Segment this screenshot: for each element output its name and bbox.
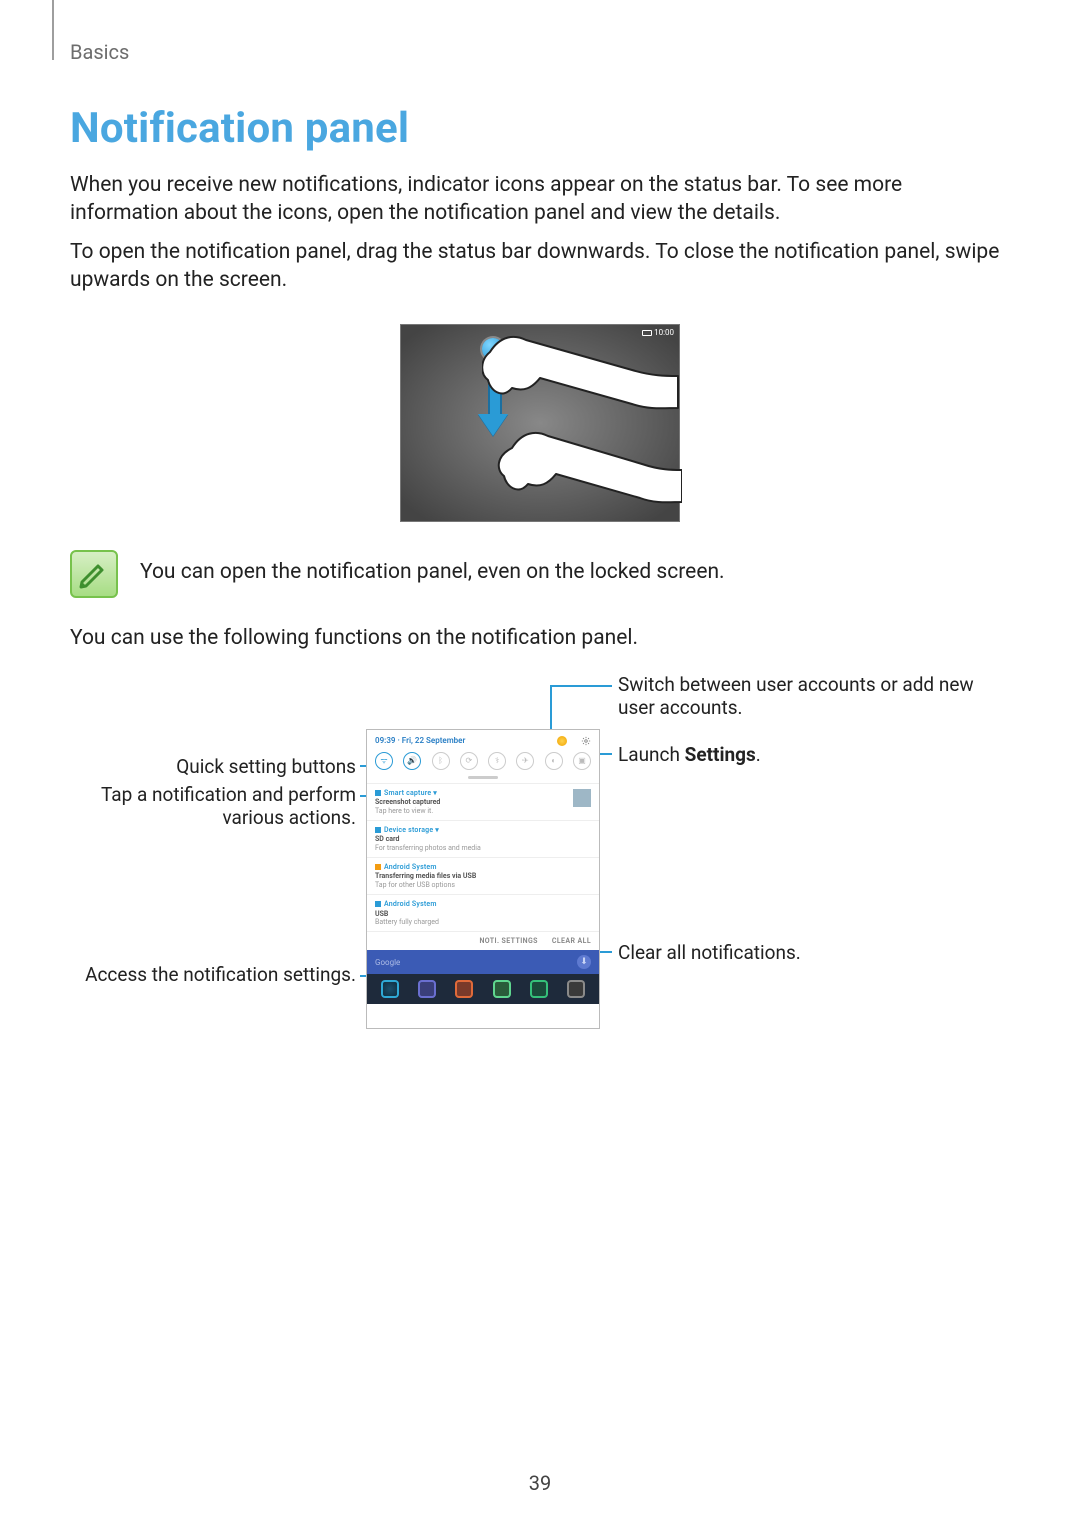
intro-paragraph-2: To open the notification panel, drag the… [70, 238, 1010, 295]
note-text: You can open the notification panel, eve… [140, 558, 725, 586]
camera-icon [418, 980, 436, 998]
user-avatar-icon [557, 736, 567, 746]
callout-tap-notification: Tap a notification and perform various a… [70, 783, 356, 831]
callout-clear-all: Clear all notifications. [618, 941, 998, 965]
figure-status-bar: 10:00 [642, 328, 674, 337]
note-block: You can open the notification panel, eve… [70, 550, 1010, 598]
apps-grid-icon [567, 980, 585, 998]
section-label: Basics [70, 40, 1010, 64]
list-item: Smart capture ▾ Screenshot captured Tap … [367, 783, 599, 820]
callout-launch-settings: Launch Settings. [618, 743, 998, 767]
home-dock [367, 974, 599, 1004]
annotated-figure: Quick setting buttons Tap a notification… [70, 673, 1010, 1053]
intro-paragraph-1: When you receive new notifications, indi… [70, 171, 1010, 228]
airplane-icon: ✈ [516, 752, 534, 770]
rotate-icon: ⟳ [460, 752, 478, 770]
figure-swipe-down: 10:00 [70, 324, 1010, 522]
sound-icon: 🔊 [403, 752, 421, 770]
app-icon [530, 980, 548, 998]
search-placeholder: Google [375, 958, 400, 967]
download-icon: ⬇ [577, 955, 591, 969]
play-store-icon [493, 980, 511, 998]
bluetooth-icon: ᛒ [432, 752, 450, 770]
app-icon [455, 980, 473, 998]
app-icon [381, 980, 399, 998]
sync-icon: ▣ [573, 752, 591, 770]
wifi-icon: ᯤ [375, 752, 393, 770]
phone-mock: 09:39 · Fri, 22 September ᯤ 🔊 ᛒ ⟳ ⚕ ✈ ◐ … [366, 729, 600, 1029]
intro-paragraph-3: You can use the following functions on t… [70, 624, 1010, 652]
callout-access-settings: Access the notification settings. [70, 963, 356, 987]
quick-settings-row: ᯤ 🔊 ᛒ ⟳ ⚕ ✈ ◐ ▣ [367, 748, 599, 776]
list-item: Android System USB Battery fully charged [367, 894, 599, 931]
hand-gesture-icon [482, 330, 682, 520]
page-tab-rule [52, 0, 54, 60]
flashlight-icon: ⚕ [488, 752, 506, 770]
panel-datetime: 09:39 · Fri, 22 September [375, 736, 465, 745]
clear-all-label: CLEAR ALL [552, 937, 591, 945]
callout-switch-users: Switch between user accounts or add new … [618, 673, 998, 721]
list-item: Device storage ▾ SD card For transferrin… [367, 820, 599, 857]
note-icon [70, 550, 118, 598]
list-item: Android System Transferring media files … [367, 857, 599, 894]
page-title: Notification panel [70, 104, 1010, 153]
drag-handle-icon [468, 776, 498, 779]
bluelight-icon: ◐ [545, 752, 563, 770]
page-number: 39 [0, 1471, 1080, 1495]
noti-settings-label: NOTI. SETTINGS [479, 937, 537, 945]
callout-quick-settings: Quick setting buttons [70, 755, 356, 779]
gear-icon [581, 736, 591, 746]
